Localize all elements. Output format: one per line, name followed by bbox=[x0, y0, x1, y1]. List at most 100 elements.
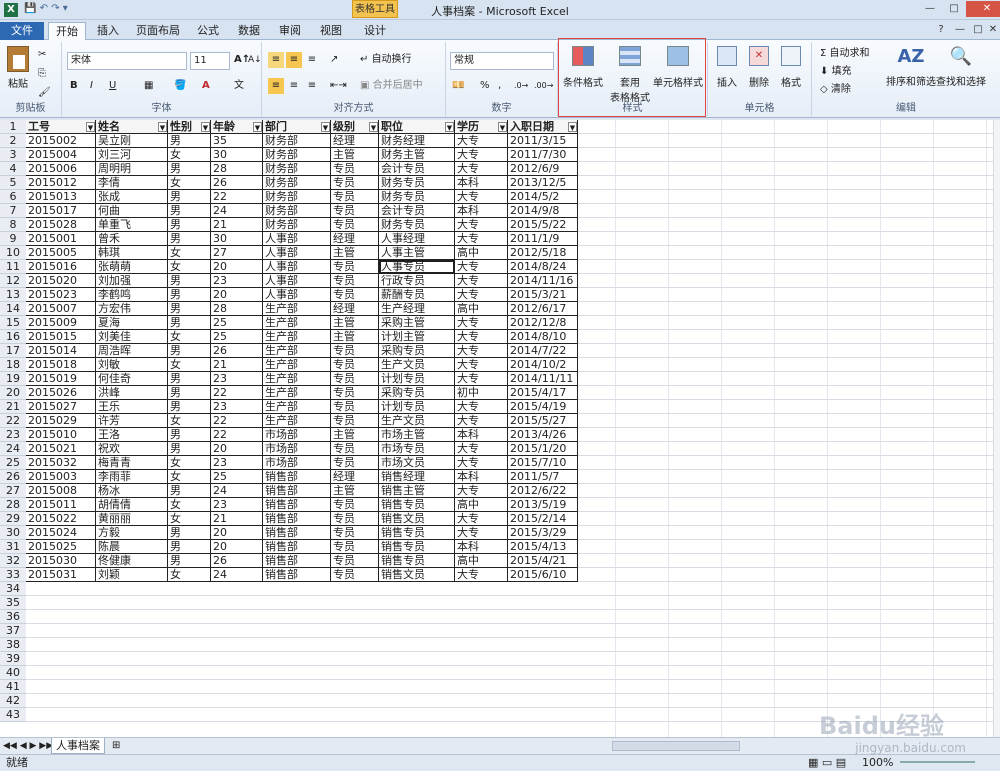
table-cell[interactable]: 2015010 bbox=[26, 428, 96, 442]
table-cell[interactable]: 专员 bbox=[331, 400, 379, 414]
table-cell[interactable]: 人事部 bbox=[263, 232, 331, 246]
row-header[interactable]: 20 bbox=[0, 386, 26, 400]
table-cell[interactable]: 单重飞 bbox=[96, 218, 168, 232]
table-cell[interactable]: 经理 bbox=[331, 134, 379, 148]
table-cell[interactable]: 生产部 bbox=[263, 344, 331, 358]
align-center-icon[interactable]: ≡ bbox=[286, 78, 302, 94]
table-cell[interactable]: 生产部 bbox=[263, 316, 331, 330]
table-cell[interactable]: 男 bbox=[168, 372, 211, 386]
table-cell[interactable]: 专员 bbox=[331, 498, 379, 512]
new-sheet-icon[interactable]: ⊞ bbox=[112, 738, 120, 754]
table-cell[interactable]: 销售部 bbox=[263, 470, 331, 484]
table-cell[interactable]: 男 bbox=[168, 484, 211, 498]
table-cell[interactable]: 大专 bbox=[455, 484, 508, 498]
table-cell[interactable]: 26 bbox=[211, 344, 263, 358]
table-cell[interactable]: 2014/5/2 bbox=[508, 190, 578, 204]
table-cell[interactable]: 2012/5/18 bbox=[508, 246, 578, 260]
table-cell[interactable]: 2015/1/20 bbox=[508, 442, 578, 456]
table-cell[interactable]: 2015/5/22 bbox=[508, 218, 578, 232]
table-cell[interactable]: 2015025 bbox=[26, 540, 96, 554]
row-header[interactable]: 29 bbox=[0, 512, 26, 526]
table-cell[interactable]: 大专 bbox=[455, 512, 508, 526]
table-cell[interactable]: 生产部 bbox=[263, 358, 331, 372]
table-cell[interactable]: 女 bbox=[168, 358, 211, 372]
table-cell[interactable]: 销售专员 bbox=[379, 540, 455, 554]
tab-review[interactable]: 审阅 bbox=[274, 22, 306, 40]
merge-center-button[interactable]: ▣ 合并后居中 bbox=[360, 78, 423, 94]
table-cell[interactable]: 24 bbox=[211, 204, 263, 218]
table-cell[interactable]: 22 bbox=[211, 190, 263, 204]
table-cell[interactable]: 大专 bbox=[455, 442, 508, 456]
table-cell[interactable]: 男 bbox=[168, 400, 211, 414]
table-cell[interactable]: 计划主管 bbox=[379, 330, 455, 344]
table-cell[interactable]: 23 bbox=[211, 400, 263, 414]
table-cell[interactable]: 专员 bbox=[331, 274, 379, 288]
table-cell[interactable]: 2011/7/30 bbox=[508, 148, 578, 162]
ribbon-restore-icon[interactable]: □ bbox=[970, 22, 986, 38]
row-header[interactable]: 19 bbox=[0, 372, 26, 386]
table-cell[interactable]: 2015017 bbox=[26, 204, 96, 218]
quick-access-toolbar[interactable]: 💾 ↶ ↷ ▾ bbox=[24, 3, 68, 14]
table-cell[interactable]: 经理 bbox=[331, 470, 379, 484]
row-header[interactable]: 13 bbox=[0, 288, 26, 302]
table-cell[interactable]: 30 bbox=[211, 232, 263, 246]
table-cell[interactable]: 采购专员 bbox=[379, 344, 455, 358]
table-cell[interactable]: 22 bbox=[211, 428, 263, 442]
row-header[interactable]: 10 bbox=[0, 246, 26, 260]
table-cell[interactable]: 2015014 bbox=[26, 344, 96, 358]
table-cell[interactable]: 女 bbox=[168, 512, 211, 526]
table-cell[interactable]: 男 bbox=[168, 344, 211, 358]
table-cell[interactable]: 2015019 bbox=[26, 372, 96, 386]
table-cell[interactable]: 销售部 bbox=[263, 484, 331, 498]
table-cell[interactable]: 28 bbox=[211, 162, 263, 176]
table-cell[interactable]: 主管 bbox=[331, 330, 379, 344]
table-cell[interactable]: 2014/8/24 bbox=[508, 260, 578, 274]
table-cell[interactable]: 2011/5/7 bbox=[508, 470, 578, 484]
table-cell[interactable]: 人事经理 bbox=[379, 232, 455, 246]
table-cell[interactable]: 销售部 bbox=[263, 540, 331, 554]
table-cell[interactable]: 2015003 bbox=[26, 470, 96, 484]
table-cell[interactable]: 薪酬专员 bbox=[379, 288, 455, 302]
table-cell[interactable]: 23 bbox=[211, 498, 263, 512]
row-header[interactable]: 8 bbox=[0, 218, 26, 232]
row-header[interactable]: 36 bbox=[0, 610, 26, 624]
sheet-tab-personnel[interactable]: 人事档案 bbox=[51, 738, 105, 754]
table-cell[interactable]: 2015007 bbox=[26, 302, 96, 316]
table-cell[interactable]: 24 bbox=[211, 568, 263, 582]
table-cell[interactable]: 男 bbox=[168, 204, 211, 218]
column-header-cell[interactable]: 职位 bbox=[379, 120, 455, 134]
table-cell[interactable]: 大专 bbox=[455, 288, 508, 302]
table-cell[interactable]: 李倩 bbox=[96, 176, 168, 190]
row-header[interactable]: 25 bbox=[0, 456, 26, 470]
table-cell[interactable]: 市场部 bbox=[263, 428, 331, 442]
vertical-scrollbar[interactable] bbox=[993, 120, 1000, 737]
table-cell[interactable]: 2015/7/10 bbox=[508, 456, 578, 470]
tab-file[interactable]: 文件 bbox=[0, 22, 44, 40]
table-cell[interactable]: 2015009 bbox=[26, 316, 96, 330]
sheet-nav-arrows[interactable]: ◀◀ ◀ ▶ ▶▶ bbox=[3, 738, 53, 754]
row-header[interactable]: 22 bbox=[0, 414, 26, 428]
table-cell[interactable]: 2014/11/11 bbox=[508, 372, 578, 386]
table-cell[interactable]: 佟健康 bbox=[96, 554, 168, 568]
table-cell[interactable]: 采购专员 bbox=[379, 386, 455, 400]
table-cell[interactable]: 王乐 bbox=[96, 400, 168, 414]
table-cell[interactable]: 专员 bbox=[331, 358, 379, 372]
table-cell[interactable]: 2015/4/21 bbox=[508, 554, 578, 568]
table-cell[interactable]: 2015004 bbox=[26, 148, 96, 162]
tab-insert[interactable]: 插入 bbox=[92, 22, 124, 40]
table-cell[interactable]: 2015/4/13 bbox=[508, 540, 578, 554]
table-cell[interactable]: 27 bbox=[211, 246, 263, 260]
table-cell[interactable]: 刘敏 bbox=[96, 358, 168, 372]
table-cell[interactable]: 财务部 bbox=[263, 134, 331, 148]
table-cell[interactable]: 销售部 bbox=[263, 498, 331, 512]
row-header[interactable]: 34 bbox=[0, 582, 26, 596]
table-cell[interactable]: 大专 bbox=[455, 526, 508, 540]
table-cell[interactable]: 2014/7/22 bbox=[508, 344, 578, 358]
table-cell[interactable]: 男 bbox=[168, 190, 211, 204]
table-cell[interactable]: 财务部 bbox=[263, 204, 331, 218]
table-cell[interactable]: 2015008 bbox=[26, 484, 96, 498]
table-cell[interactable]: 专员 bbox=[331, 442, 379, 456]
table-cell[interactable]: 2013/5/19 bbox=[508, 498, 578, 512]
row-header[interactable]: 2 bbox=[0, 134, 26, 148]
table-cell[interactable]: 计划专员 bbox=[379, 372, 455, 386]
